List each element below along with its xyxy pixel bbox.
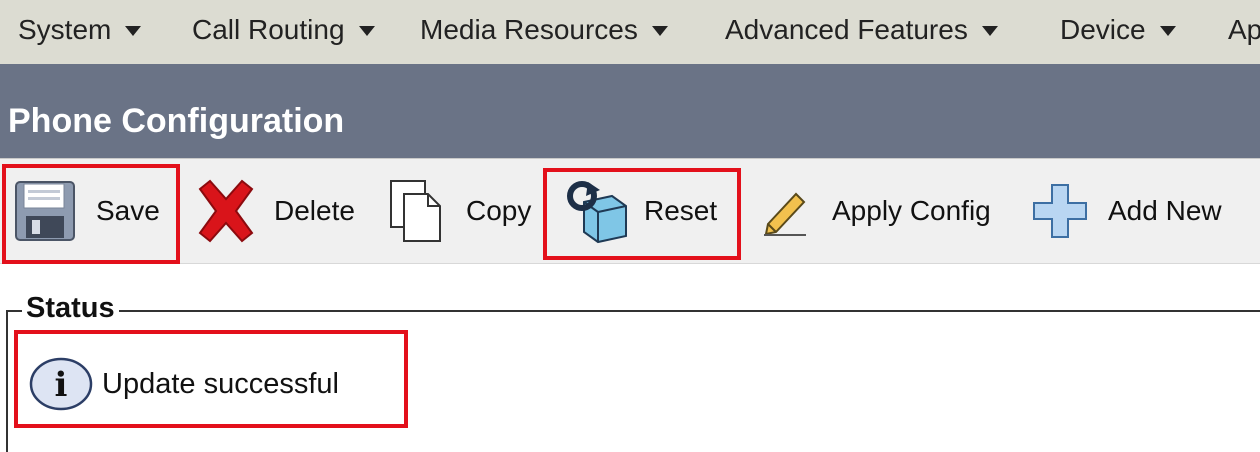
reset-icon: [567, 181, 627, 244]
delete-button[interactable]: Delete: [194, 159, 355, 263]
status-message: i Update successful: [28, 356, 339, 412]
status-legend: Status: [22, 292, 119, 325]
copy-button[interactable]: Copy: [388, 159, 531, 263]
menu-system[interactable]: System: [18, 14, 142, 46]
pencil-icon: [764, 192, 806, 236]
delete-icon: [198, 179, 254, 243]
apply-config-button[interactable]: Apply Config: [760, 159, 991, 263]
menu-advanced-features[interactable]: Advanced Features: [725, 14, 998, 46]
svg-text:i: i: [55, 365, 68, 405]
dropdown-arrow-icon: [651, 26, 668, 36]
menu-application[interactable]: Ap: [1228, 14, 1260, 46]
menu-call-routing[interactable]: Call Routing: [192, 14, 375, 46]
menu-bar: System Call Routing Media Resources Adva…: [0, 0, 1260, 64]
menu-call-routing-label: Call Routing: [192, 14, 345, 45]
page-title: Phone Configuration: [8, 102, 345, 140]
menu-advanced-features-label: Advanced Features: [725, 14, 968, 45]
info-icon: i: [29, 357, 93, 411]
save-label: Save: [96, 195, 160, 226]
status-message-text: Update successful: [102, 367, 339, 400]
menu-system-label: System: [18, 14, 112, 45]
apply-config-label: Apply Config: [832, 195, 991, 226]
menu-application-label: Ap: [1228, 14, 1260, 45]
add-new-button[interactable]: Add New: [1030, 159, 1222, 263]
save-icon: [15, 181, 75, 241]
add-icon: [1033, 184, 1087, 238]
copy-icon: [390, 180, 441, 242]
dropdown-arrow-icon: [1159, 26, 1176, 36]
dropdown-arrow-icon: [125, 26, 142, 36]
toolbar: Save Delete Copy Reset Apply Config Add …: [0, 158, 1260, 264]
delete-label: Delete: [274, 195, 355, 226]
menu-media-resources[interactable]: Media Resources: [420, 14, 668, 46]
copy-label: Copy: [466, 195, 532, 226]
reset-label: Reset: [644, 195, 718, 226]
add-new-label: Add New: [1108, 195, 1222, 226]
save-button[interactable]: Save: [14, 159, 160, 263]
dropdown-arrow-icon: [358, 26, 375, 36]
menu-media-resources-label: Media Resources: [420, 14, 638, 45]
menu-device[interactable]: Device: [1060, 14, 1176, 46]
reset-button[interactable]: Reset: [562, 159, 717, 263]
menu-device-label: Device: [1060, 14, 1146, 45]
title-bar: Phone Configuration: [0, 64, 1260, 158]
dropdown-arrow-icon: [981, 26, 998, 36]
